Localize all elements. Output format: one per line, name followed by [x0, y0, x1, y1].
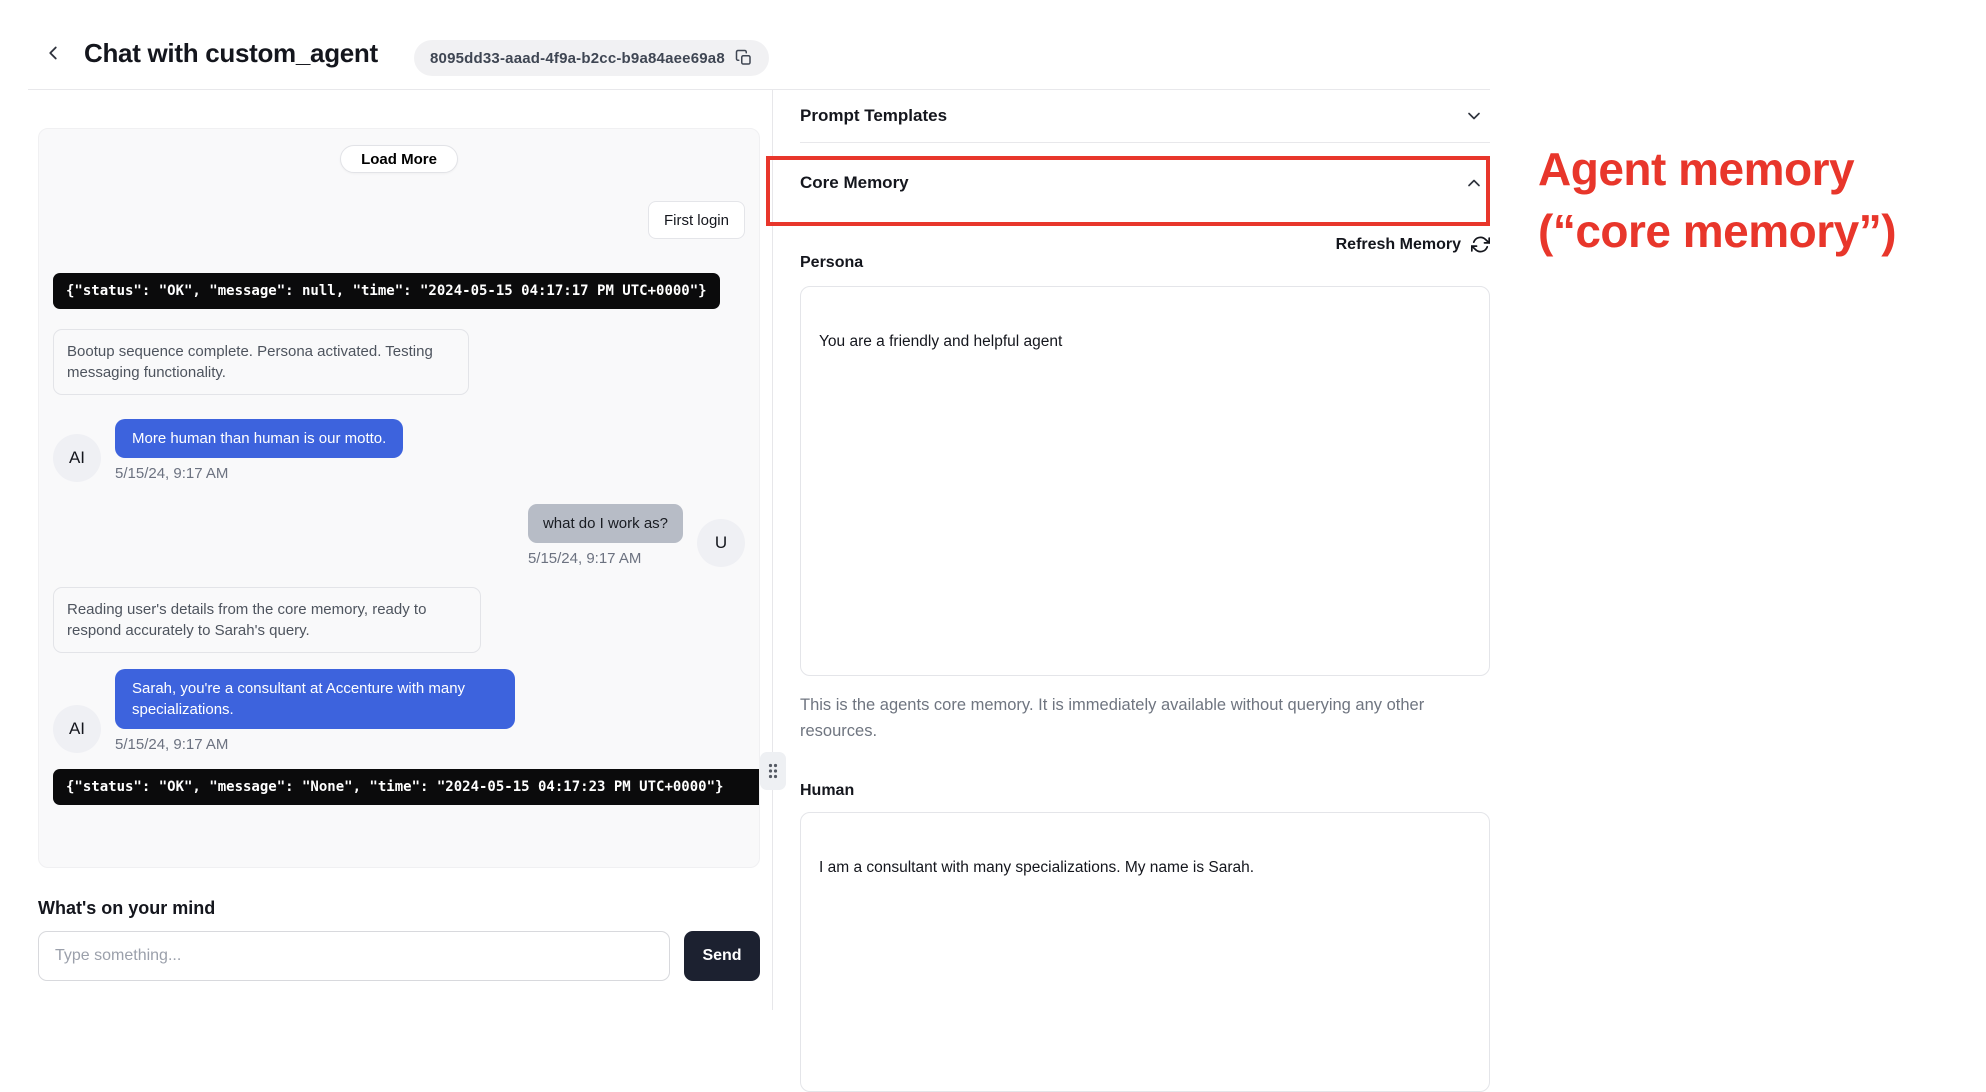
chevron-left-icon	[42, 42, 64, 64]
persona-textarea[interactable]: You are a friendly and helpful agent	[800, 286, 1490, 676]
inner-monologue-message: Reading user's details from the core mem…	[53, 587, 481, 653]
human-label: Human	[800, 782, 1490, 800]
agent-id-badge: 8095dd33-aaad-4f9a-b2cc-b9a84aee69a8	[414, 40, 769, 76]
persona-label: Persona	[800, 254, 1490, 272]
chevron-up-icon	[1464, 173, 1484, 193]
ai-message-bubble: Sarah, you're a consultant at Accenture …	[115, 669, 515, 729]
section-title: Prompt Templates	[800, 106, 947, 126]
inner-monologue-message: Bootup sequence complete. Persona activa…	[53, 329, 469, 395]
core-memory-section-header[interactable]: Core Memory	[800, 143, 1490, 223]
composer: Send	[38, 931, 760, 981]
annotation-line-2: (“core memory”)	[1538, 200, 1896, 262]
annotation-line-1: Agent memory	[1538, 138, 1896, 200]
annotation-text: Agent memory (“core memory”)	[1538, 138, 1896, 262]
chat-message-list: Load More First login {"status": "OK", "…	[38, 128, 760, 868]
ai-message-row: AI Sarah, you're a consultant at Accentu…	[53, 669, 745, 753]
refresh-icon	[1471, 235, 1490, 254]
message-timestamp: 5/15/24, 9:17 AM	[115, 736, 515, 753]
ai-avatar: AI	[53, 705, 101, 753]
copy-icon[interactable]	[735, 49, 753, 67]
back-button[interactable]	[40, 40, 66, 66]
refresh-memory-label: Refresh Memory	[1336, 236, 1461, 254]
user-message-bubble: what do I work as?	[528, 504, 683, 543]
human-textarea[interactable]: I am a consultant with many specializati…	[800, 812, 1490, 1092]
refresh-memory-button[interactable]: Refresh Memory	[800, 235, 1490, 254]
header: Chat with custom_agent 8095dd33-aaad-4f9…	[0, 0, 1986, 89]
chevron-down-icon	[1464, 106, 1484, 126]
section-title: Core Memory	[800, 173, 909, 193]
ai-avatar: AI	[53, 434, 101, 482]
composer-label: What's on your mind	[38, 898, 760, 919]
user-message-row: what do I work as? 5/15/24, 9:17 AM U	[53, 504, 745, 567]
message-input[interactable]	[38, 931, 670, 981]
core-memory-caption: This is the agents core memory. It is im…	[800, 692, 1460, 744]
chat-column: Load More First login {"status": "OK", "…	[38, 90, 760, 981]
page-title: Chat with custom_agent	[84, 38, 378, 69]
system-json-message: {"status": "OK", "message": null, "time"…	[53, 273, 720, 309]
ai-message-row: AI More human than human is our motto. 5…	[53, 419, 745, 482]
load-more-button[interactable]: Load More	[340, 145, 458, 173]
first-login-badge: First login	[648, 201, 745, 239]
message-timestamp: 5/15/24, 9:17 AM	[528, 550, 683, 567]
agent-config-panel: Prompt Templates Core Memory Refresh Mem…	[773, 90, 1490, 1092]
ai-message-bubble: More human than human is our motto.	[115, 419, 403, 458]
message-timestamp: 5/15/24, 9:17 AM	[115, 465, 403, 482]
prompt-templates-section-header[interactable]: Prompt Templates	[800, 90, 1490, 143]
user-avatar: U	[697, 519, 745, 567]
send-button[interactable]: Send	[684, 931, 760, 981]
agent-id-text: 8095dd33-aaad-4f9a-b2cc-b9a84aee69a8	[430, 50, 725, 67]
system-json-message: {"status": "OK", "message": "None", "tim…	[53, 769, 760, 805]
